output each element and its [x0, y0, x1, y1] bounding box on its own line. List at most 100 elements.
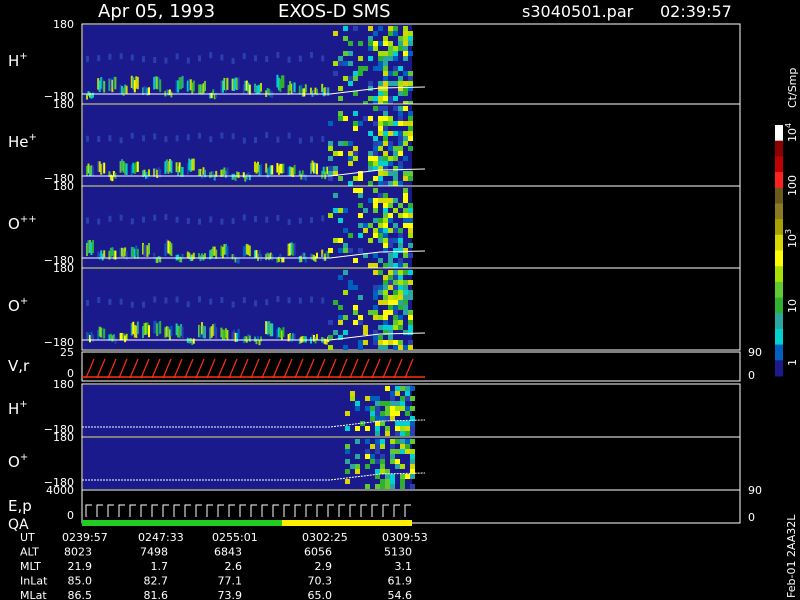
- flux-pixel: [333, 300, 338, 305]
- flux-pixel: [142, 56, 145, 63]
- flux-pixel: [108, 298, 112, 305]
- flux-pixel: [220, 297, 224, 304]
- flux-pixel: [388, 238, 393, 243]
- flux-pixel: [368, 26, 373, 31]
- flux-pixel: [338, 96, 343, 101]
- flux-pixel: [248, 335, 251, 342]
- flux-pixel: [405, 386, 410, 391]
- flux-pixel: [403, 56, 408, 61]
- flux-pixel: [373, 228, 378, 233]
- flux-pixel: [175, 216, 179, 223]
- flux-pixel: [383, 193, 388, 198]
- flux-pixel: [388, 141, 393, 146]
- flux-pixel: [383, 310, 388, 315]
- flux-pixel: [390, 406, 395, 411]
- flux-pixel: [383, 111, 388, 116]
- flux-pixel: [408, 36, 413, 41]
- flux-pixel: [363, 325, 368, 330]
- flux-pixel: [385, 386, 390, 391]
- flux-pixel: [153, 214, 157, 221]
- flux-pixel: [363, 116, 368, 121]
- panel-5: V,r250900: [8, 346, 762, 382]
- flux-pixel: [378, 146, 383, 151]
- flux-pixel: [368, 198, 373, 203]
- ephemeris-name: UT: [20, 531, 35, 544]
- plot-time: 02:39:57: [660, 2, 732, 21]
- flux-pixel: [383, 121, 388, 126]
- flux-pixel: [403, 176, 408, 181]
- flux-pixel: [375, 411, 380, 416]
- flux-pixel: [378, 131, 383, 136]
- flux-pixel: [321, 55, 325, 62]
- flux-pixel: [338, 218, 343, 223]
- flux-pixel: [343, 61, 348, 66]
- flux-pixel: [86, 55, 89, 62]
- flux-pixel: [383, 263, 388, 268]
- flux-pixel: [363, 330, 368, 335]
- flux-pixel: [383, 141, 388, 146]
- flux-pixel: [378, 161, 383, 166]
- flux-pixel: [343, 26, 348, 31]
- flux-pixel: [271, 91, 274, 98]
- flux-pixel: [378, 96, 383, 101]
- panel-4: O+180−180: [8, 262, 741, 351]
- flux-pixel: [390, 391, 395, 396]
- flux-pixel: [148, 325, 150, 338]
- flux-pixel: [378, 61, 383, 66]
- flux-pixel: [373, 310, 378, 315]
- flux-pixel: [388, 253, 393, 258]
- flux-pixel: [388, 228, 393, 233]
- flux-pixel: [378, 66, 383, 71]
- flux-pixel: [403, 171, 408, 176]
- flux-pixel: [393, 248, 398, 253]
- flux-pixel: [209, 216, 213, 223]
- flux-pixel: [400, 444, 405, 449]
- flux-pixel: [333, 208, 338, 213]
- flux-pixel: [385, 431, 390, 436]
- colorbar-label: 100: [786, 175, 799, 196]
- flux-pixel: [125, 85, 128, 95]
- flux-pixel: [388, 96, 393, 101]
- flux-pixel: [242, 137, 246, 144]
- panel-7: O+180−180: [8, 431, 741, 491]
- flux-pixel: [373, 146, 378, 151]
- flux-pixel: [398, 121, 403, 126]
- flux-pixel: [393, 315, 398, 320]
- flux-pixel: [383, 151, 388, 156]
- flux-pixel: [383, 86, 388, 91]
- flux-pixel: [403, 46, 408, 51]
- flux-pixel: [338, 238, 343, 243]
- flux-pixel: [348, 156, 353, 161]
- flux-pixel: [333, 71, 338, 76]
- flux-pixel: [395, 464, 400, 469]
- flux-pixel: [373, 141, 378, 146]
- flux-pixel: [403, 280, 408, 285]
- flux-pixel: [393, 325, 398, 330]
- flux-pixel: [408, 146, 413, 151]
- flux-pixel: [403, 41, 408, 46]
- flux-pixel: [388, 295, 393, 300]
- flux-pixel: [398, 295, 403, 300]
- flux-pixel: [403, 253, 408, 258]
- flux-pixel: [398, 263, 403, 268]
- flux-pixel: [355, 401, 360, 406]
- y-tick-top: 4000: [46, 484, 74, 497]
- flux-pixel: [383, 41, 388, 46]
- flux-pixel: [388, 270, 393, 275]
- colorbar-swatch: [775, 313, 783, 330]
- flux-pixel: [265, 132, 269, 139]
- flux-pixel: [380, 416, 385, 421]
- flux-pixel: [254, 55, 257, 62]
- ephemeris-value: 5130: [384, 546, 412, 559]
- flux-pixel: [408, 41, 413, 46]
- flux-pixel: [86, 135, 89, 142]
- flux-pixel: [378, 141, 383, 146]
- flux-pixel: [393, 151, 398, 156]
- flux-pixel: [408, 315, 413, 320]
- flux-pixel: [378, 223, 383, 228]
- flux-pixel: [405, 421, 410, 426]
- flux-pixel: [130, 218, 134, 225]
- flux-pixel: [408, 213, 413, 218]
- flux-pixel: [343, 116, 348, 121]
- y2-tick-bottom: 0: [748, 511, 755, 524]
